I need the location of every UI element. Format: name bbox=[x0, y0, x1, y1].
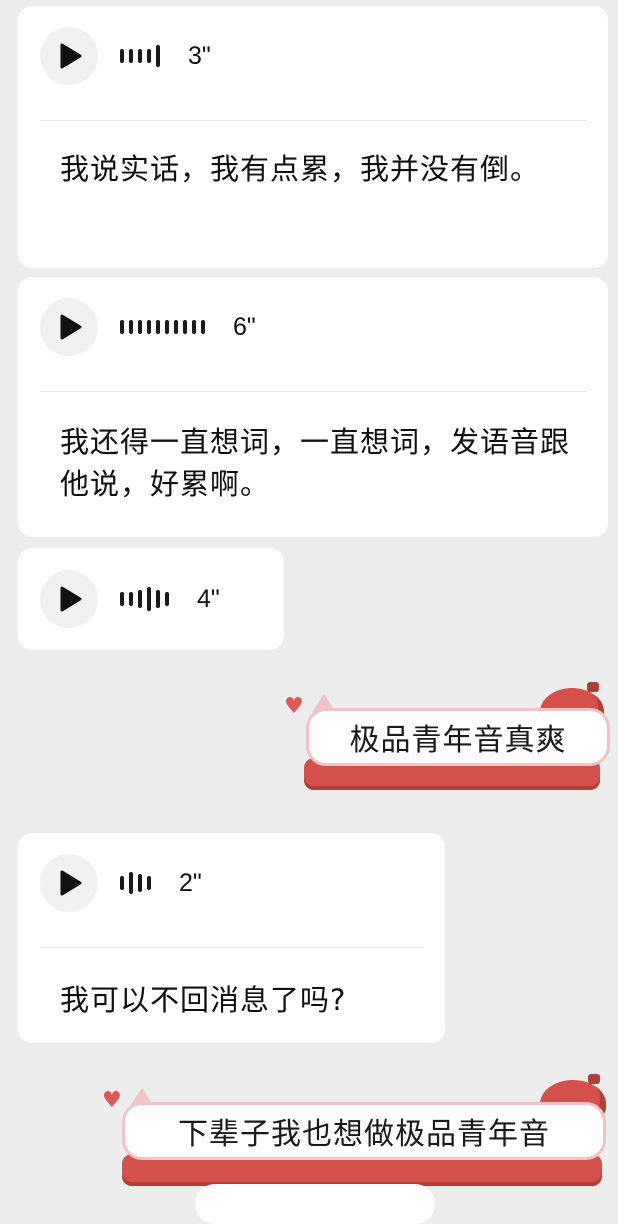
sticker-text: 极品青年音真爽 bbox=[349, 723, 567, 758]
voice-transcript: 我还得一直想词，一直想词，发语音跟他说，好累啊。 bbox=[60, 425, 571, 501]
voice-duration: 2" bbox=[179, 868, 202, 897]
wave-bar bbox=[129, 872, 133, 894]
voice-message-bubble[interactable]: 4" bbox=[18, 548, 284, 650]
wave-bar bbox=[183, 320, 187, 334]
divider bbox=[40, 391, 586, 392]
voice-player[interactable]: 4" bbox=[40, 569, 220, 629]
sticker-message[interactable]: ♥ 极品青年音真爽 bbox=[282, 680, 612, 800]
voice-player[interactable]: 6" bbox=[40, 297, 256, 357]
voice-wave-icon bbox=[120, 320, 205, 334]
voice-player[interactable]: 3" bbox=[40, 26, 211, 86]
voice-duration: 3" bbox=[188, 41, 211, 70]
beret-stem bbox=[587, 682, 599, 692]
divider bbox=[40, 947, 423, 948]
play-icon bbox=[60, 43, 82, 69]
wave-bar bbox=[147, 876, 151, 890]
voice-transcript: 我说实话，我有点累，我并没有倒。 bbox=[60, 152, 541, 186]
wave-bar bbox=[147, 320, 151, 334]
wave-bar bbox=[156, 590, 160, 608]
play-button[interactable] bbox=[40, 854, 98, 912]
wave-bar bbox=[129, 320, 133, 334]
voice-player[interactable]: 2" bbox=[40, 853, 202, 913]
voice-message-bubble[interactable]: 3" 我说实话，我有点累，我并没有倒。 bbox=[18, 6, 608, 268]
heart-icon: ♥ bbox=[284, 694, 304, 719]
voice-duration: 4" bbox=[197, 584, 220, 613]
wave-bar bbox=[138, 320, 142, 334]
voice-wave-icon bbox=[120, 872, 151, 894]
voice-wave-icon bbox=[120, 45, 160, 67]
play-icon bbox=[60, 586, 82, 612]
divider bbox=[40, 120, 586, 121]
wave-bar bbox=[192, 320, 196, 334]
play-button[interactable] bbox=[40, 570, 98, 628]
wave-bar bbox=[201, 320, 205, 334]
wave-bar bbox=[156, 320, 160, 334]
wave-bar bbox=[165, 592, 169, 606]
wave-bar bbox=[156, 45, 160, 67]
sticker-text-plate: 极品青年音真爽 bbox=[306, 708, 610, 766]
wave-bar bbox=[120, 320, 124, 334]
wave-bar bbox=[129, 592, 133, 606]
wave-bar bbox=[165, 320, 169, 334]
voice-wave-icon bbox=[120, 587, 169, 611]
play-button[interactable] bbox=[40, 298, 98, 356]
wave-bar bbox=[129, 49, 133, 63]
wave-bar bbox=[120, 49, 124, 63]
sticker-text-plate: 下辈子我也想做极品青年音 bbox=[122, 1102, 606, 1160]
voice-duration: 6" bbox=[233, 312, 256, 341]
play-button[interactable] bbox=[40, 27, 98, 85]
wave-bar bbox=[138, 874, 142, 892]
play-icon bbox=[60, 870, 82, 896]
play-icon bbox=[60, 314, 82, 340]
wave-bar bbox=[120, 876, 124, 890]
wave-bar bbox=[120, 592, 124, 606]
wave-bar bbox=[138, 590, 142, 608]
heart-icon: ♥ bbox=[102, 1088, 122, 1113]
beret-stem bbox=[588, 1074, 600, 1084]
voice-message-bubble[interactable]: 2" 我可以不回消息了吗? bbox=[18, 833, 445, 1043]
voice-transcript: 我可以不回消息了吗? bbox=[60, 983, 347, 1017]
wave-bar bbox=[147, 49, 151, 63]
wave-bar bbox=[174, 320, 178, 334]
wave-bar bbox=[138, 49, 142, 63]
sticker-text: 下辈子我也想做极品青年音 bbox=[178, 1117, 550, 1152]
voice-message-bubble[interactable]: 6" 我还得一直想词，一直想词，发语音跟他说，好累啊。 bbox=[18, 277, 608, 537]
next-message-bubble[interactable] bbox=[195, 1184, 435, 1224]
wave-bar bbox=[147, 587, 151, 611]
sticker-message[interactable]: ♥ 下辈子我也想做极品青年音 bbox=[100, 1074, 612, 1194]
